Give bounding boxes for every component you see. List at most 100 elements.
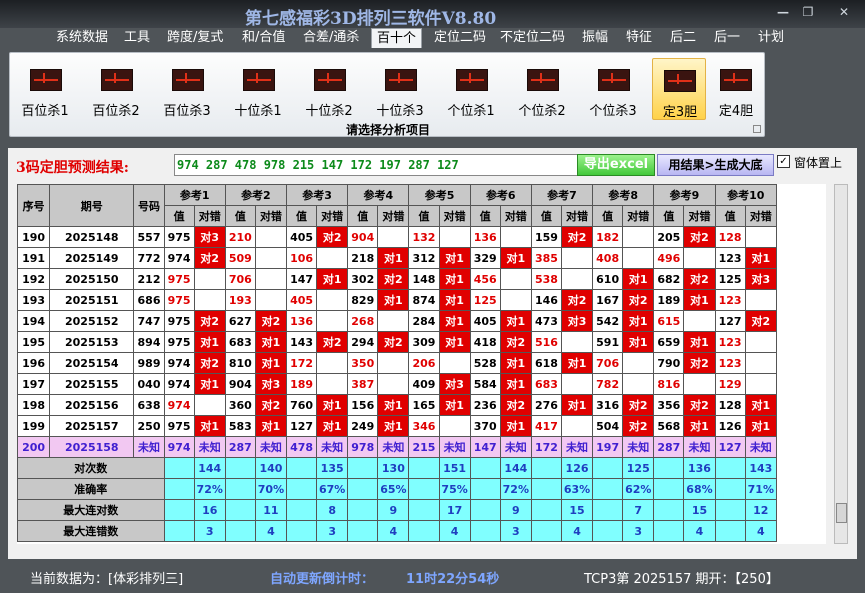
countdown-value: 11时22分54秒 bbox=[406, 572, 500, 587]
cell-result bbox=[622, 352, 655, 374]
table-row[interactable]: 190 2025148 557 975 对3 210 405 对2 904 132 136 159 对2… bbox=[17, 226, 778, 248]
menu-system-data[interactable]: 系统数据 bbox=[56, 28, 108, 48]
scroll-thumb[interactable] bbox=[836, 503, 847, 523]
ribbon-kill-units-2[interactable]: 个位杀2 bbox=[513, 58, 571, 120]
ribbon-kill-units-1[interactable]: 个位杀1 bbox=[442, 58, 500, 120]
menu-fixed-two[interactable]: 定位二码 bbox=[434, 28, 486, 48]
stat-value: 9 bbox=[377, 499, 410, 521]
cell-result bbox=[499, 226, 532, 248]
table-row[interactable]: 193 2025151 686 975 193 405 829 对1 874 对1 125 146 对2… bbox=[17, 289, 778, 311]
cell-result: 对1 bbox=[622, 331, 655, 353]
stat-value: 62% bbox=[622, 478, 655, 500]
cell-value: 197 bbox=[592, 436, 624, 458]
sub-header-result: 对错 bbox=[499, 205, 532, 227]
col-header-ref[interactable]: 参考2 bbox=[224, 184, 288, 206]
col-header-ref[interactable]: 参考8 bbox=[592, 184, 655, 206]
cell-result bbox=[316, 289, 349, 311]
minimize-icon[interactable]: — bbox=[770, 5, 796, 20]
menu-feature[interactable]: 特征 bbox=[626, 28, 652, 48]
table-row[interactable]: 200 2025158 未知 974 未知 287 未知 478 未知 978 未知 215 未知 147… bbox=[17, 436, 778, 458]
ribbon-fix-3-dan[interactable]: 定3胆 bbox=[652, 58, 706, 120]
ribbon-kill-tens-2[interactable]: 十位杀2 bbox=[300, 58, 358, 120]
ribbon-kill-tens-3[interactable]: 十位杀3 bbox=[371, 58, 429, 120]
menu-hundreds-tens-units[interactable]: 百十个 bbox=[371, 28, 423, 48]
cell-value: 405 bbox=[285, 289, 318, 311]
stat-row: 最大连对数 16 11 8 9 17 9 15 7 15 12 bbox=[17, 499, 778, 521]
cell-number: 250 bbox=[133, 415, 165, 437]
cell-issue: 2025158 bbox=[49, 436, 135, 458]
cell-value: 975 bbox=[163, 226, 195, 248]
table-row[interactable]: 195 2025153 894 975 对1 683 对1 143 对2 294 对2 309 对1 41… bbox=[17, 331, 778, 353]
col-header-ref[interactable]: 参考4 bbox=[347, 184, 410, 206]
col-header-ref[interactable]: 参考7 bbox=[530, 184, 594, 206]
stay-on-top-checkbox[interactable]: ✓ bbox=[777, 155, 790, 168]
cell-value: 874 bbox=[408, 289, 440, 311]
col-header-ref[interactable]: 参考5 bbox=[408, 184, 471, 206]
ribbon-panel: 百位杀1 百位杀2 百位杀3 十位杀1 十位杀2 十位杀3 个位杀1 个位杀2 … bbox=[9, 52, 765, 137]
col-header-ref[interactable]: 参考1 bbox=[163, 184, 226, 206]
col-header-ref[interactable]: 参考3 bbox=[285, 184, 349, 206]
ribbon-kill-hundreds-1[interactable]: 百位杀1 bbox=[16, 58, 74, 120]
menu-amplitude[interactable]: 振幅 bbox=[582, 28, 608, 48]
cell-result: 对1 bbox=[438, 310, 471, 332]
cell-value: 974 bbox=[163, 394, 195, 416]
stat-gap bbox=[163, 520, 195, 542]
stat-gap bbox=[469, 478, 501, 500]
stat-value: 4 bbox=[683, 520, 716, 542]
col-header-number[interactable]: 号码 bbox=[133, 184, 165, 227]
ribbon-fix-4-dan[interactable]: 定4胆 bbox=[710, 58, 762, 120]
col-header-ref[interactable]: 参考6 bbox=[469, 184, 532, 206]
menu-last-two[interactable]: 后二 bbox=[670, 28, 696, 48]
col-header-seq[interactable]: 序号 bbox=[17, 184, 51, 227]
cell-value: 904 bbox=[347, 226, 379, 248]
cell-result: 对3 bbox=[438, 373, 471, 395]
export-excel-button[interactable]: 导出excel bbox=[577, 154, 655, 176]
ribbon-kill-hundreds-2[interactable]: 百位杀2 bbox=[87, 58, 145, 120]
cell-result: 对2 bbox=[683, 226, 716, 248]
close-icon[interactable]: ✕ bbox=[831, 5, 857, 20]
ribbon-kill-tens-1[interactable]: 十位杀1 bbox=[229, 58, 287, 120]
menu-sum[interactable]: 和/合值 bbox=[242, 28, 285, 48]
col-header-ref[interactable]: 参考10 bbox=[714, 184, 778, 206]
sub-header-value: 值 bbox=[714, 205, 746, 227]
menu-diff-kill[interactable]: 合差/通杀 bbox=[303, 28, 359, 48]
header-row-refs: 序号 期号 号码 参考1 参考2 参考3 参考4 参考5 参考6 参考7 参考8… bbox=[17, 184, 778, 227]
stat-gap bbox=[714, 499, 746, 521]
table-row[interactable]: 197 2025155 040 974 对1 904 对3 189 387 409 对3 584 对1 6… bbox=[17, 373, 778, 395]
sub-header-value: 值 bbox=[408, 205, 440, 227]
menu-last-one[interactable]: 后一 bbox=[714, 28, 740, 48]
ribbon-label: 百位杀2 bbox=[92, 104, 140, 119]
menu-unfixed-two[interactable]: 不定位二码 bbox=[500, 28, 565, 48]
ribbon-kill-units-3[interactable]: 个位杀3 bbox=[584, 58, 642, 120]
sub-header-value: 值 bbox=[224, 205, 256, 227]
cell-issue: 2025153 bbox=[49, 331, 135, 353]
stat-value: 7 bbox=[622, 499, 655, 521]
cell-value: 591 bbox=[592, 331, 624, 353]
table-row[interactable]: 194 2025152 747 975 对2 627 对2 136 268 284 对1 405 对1 4… bbox=[17, 310, 778, 332]
col-header-ref[interactable]: 参考9 bbox=[653, 184, 716, 206]
menu-tools[interactable]: 工具 bbox=[124, 28, 150, 48]
table-row[interactable]: 198 2025156 638 974 360 对2 760 对1 156 对1 165 对1 236 对… bbox=[17, 394, 778, 416]
table-row[interactable]: 196 2025154 989 974 对2 810 对1 172 350 206 528 对1 618… bbox=[17, 352, 778, 374]
table-row[interactable]: 192 2025150 212 975 706 147 对1 302 对2 148 对1 456 538… bbox=[17, 268, 778, 290]
restore-icon[interactable]: ❐ bbox=[795, 5, 821, 20]
cell-result bbox=[499, 268, 532, 290]
cell-value: 316 bbox=[592, 394, 624, 416]
cell-result bbox=[560, 415, 594, 437]
menu-span[interactable]: 跨度/复式 bbox=[167, 28, 223, 48]
dialog-launcher-icon[interactable] bbox=[753, 125, 761, 133]
vertical-scrollbar[interactable] bbox=[834, 184, 848, 544]
generate-base-button[interactable]: 用结果>生成大底 bbox=[657, 154, 774, 176]
menu-plan[interactable]: 计划 bbox=[758, 28, 784, 48]
col-header-issue[interactable]: 期号 bbox=[49, 184, 135, 227]
cell-value: 128 bbox=[714, 394, 746, 416]
stat-value: 125 bbox=[622, 457, 655, 479]
result-field[interactable]: 974 287 478 978 215 147 172 197 287 127 bbox=[174, 154, 581, 176]
cell-value: 975 bbox=[163, 268, 195, 290]
stat-gap bbox=[347, 478, 379, 500]
table-row[interactable]: 199 2025157 250 975 对1 583 对1 127 对1 249 对1 346 370 对… bbox=[17, 415, 778, 437]
cell-value: 147 bbox=[469, 436, 501, 458]
ribbon-kill-hundreds-3[interactable]: 百位杀3 bbox=[158, 58, 216, 120]
chart-icon bbox=[172, 69, 204, 91]
table-row[interactable]: 191 2025149 772 974 对2 509 106 218 对1 312 对1 329 对1 3… bbox=[17, 247, 778, 269]
